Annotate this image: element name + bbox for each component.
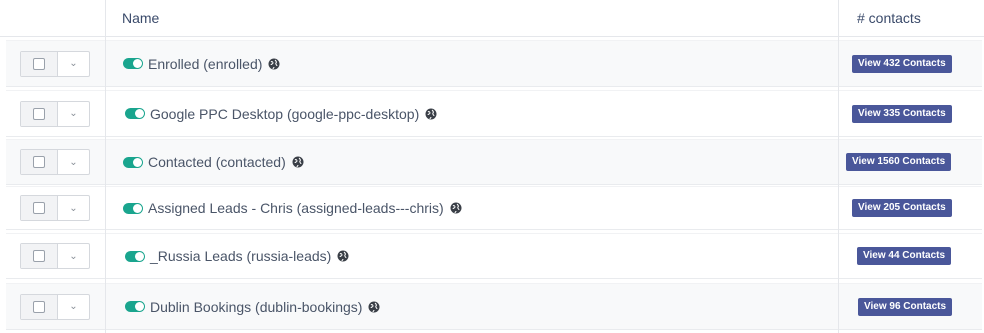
chevron-down-icon[interactable]: ⌄ <box>58 244 89 268</box>
segment-name[interactable]: Google PPC Desktop (google-ppc-desktop) <box>150 106 419 122</box>
segment-name[interactable]: Assigned Leads - Chris (assigned-leads--… <box>148 200 444 216</box>
table-row: ⌄ Assigned Leads - Chris (assigned-leads… <box>6 186 982 230</box>
toggle-on-icon[interactable] <box>123 156 143 168</box>
segment-name[interactable]: Contacted (contacted) <box>148 154 286 170</box>
segment-table: Name # contacts ⌄ Enrolled (enrolled) Vi… <box>0 0 984 333</box>
segment-name[interactable]: Dublin Bookings (dublin-bookings) <box>150 299 362 315</box>
segment-name-cell: _Russia Leads (russia-leads) <box>125 234 349 278</box>
row-checkbox[interactable] <box>21 150 58 174</box>
column-header-name[interactable]: Name <box>122 0 159 36</box>
column-divider <box>838 0 839 333</box>
view-contacts-button[interactable]: View 432 Contacts <box>852 54 952 73</box>
column-header-contacts[interactable]: # contacts <box>857 0 921 36</box>
row-checkbox[interactable] <box>21 294 58 319</box>
globe-icon <box>450 202 462 214</box>
segment-name[interactable]: _Russia Leads (russia-leads) <box>150 248 331 264</box>
segment-name-cell: Google PPC Desktop (google-ppc-desktop) <box>125 91 437 136</box>
globe-icon <box>425 108 437 119</box>
toggle-on-icon[interactable] <box>123 202 143 214</box>
table-row: ⌄ Google PPC Desktop (google-ppc-desktop… <box>6 90 982 137</box>
view-contacts-button[interactable]: View 335 Contacts <box>852 104 952 123</box>
toggle-on-icon[interactable] <box>125 250 145 262</box>
toggle-on-icon[interactable] <box>125 301 145 312</box>
row-checkbox[interactable] <box>21 51 58 76</box>
column-divider <box>105 0 106 333</box>
row-select-group[interactable]: ⌄ <box>20 50 90 77</box>
segment-name-cell: Assigned Leads - Chris (assigned-leads--… <box>123 187 462 229</box>
checkbox-icon <box>33 250 45 262</box>
chevron-down-icon[interactable]: ⌄ <box>58 52 89 76</box>
row-select-group[interactable]: ⌄ <box>20 195 90 221</box>
table-row: ⌄ Dublin Bookings (dublin-bookings) View… <box>6 283 982 330</box>
view-contacts-button[interactable]: View 1560 Contacts <box>846 153 952 171</box>
table-row: ⌄ Enrolled (enrolled) View 432 Contacts <box>6 40 982 87</box>
segment-name-cell: Contacted (contacted) <box>123 140 304 184</box>
table-row: ⌄ _Russia Leads (russia-leads) View 44 C… <box>6 233 982 279</box>
chevron-down-icon[interactable]: ⌄ <box>58 196 89 220</box>
checkbox-icon <box>33 57 45 70</box>
globe-icon <box>292 156 304 168</box>
view-contacts-button[interactable]: View 96 Contacts <box>858 297 953 316</box>
toggle-on-icon[interactable] <box>125 108 145 119</box>
segment-name-cell: Dublin Bookings (dublin-bookings) <box>125 284 380 329</box>
view-contacts-button[interactable]: View 205 Contacts <box>852 199 952 217</box>
table-row: ⌄ Contacted (contacted) View 1560 Contac… <box>6 139 982 185</box>
globe-icon <box>268 58 280 69</box>
table-header: Name # contacts <box>0 0 984 37</box>
checkbox-icon <box>33 107 45 120</box>
view-contacts-button[interactable]: View 44 Contacts <box>857 247 952 265</box>
row-select-group[interactable]: ⌄ <box>20 293 90 320</box>
toggle-on-icon[interactable] <box>123 58 143 69</box>
globe-icon <box>337 250 349 262</box>
checkbox-icon <box>33 156 45 168</box>
row-checkbox[interactable] <box>21 196 58 220</box>
row-select-group[interactable]: ⌄ <box>20 149 90 175</box>
chevron-down-icon[interactable]: ⌄ <box>58 295 89 319</box>
checkbox-icon <box>33 202 45 214</box>
row-checkbox[interactable] <box>21 101 58 126</box>
checkbox-icon <box>33 300 45 313</box>
row-select-group[interactable]: ⌄ <box>20 100 90 127</box>
row-checkbox[interactable] <box>21 244 58 268</box>
segment-name[interactable]: Enrolled (enrolled) <box>148 56 262 72</box>
globe-icon <box>368 301 380 312</box>
row-select-group[interactable]: ⌄ <box>20 243 90 269</box>
chevron-down-icon[interactable]: ⌄ <box>58 102 89 126</box>
segment-name-cell: Enrolled (enrolled) <box>123 41 280 86</box>
chevron-down-icon[interactable]: ⌄ <box>58 150 89 174</box>
